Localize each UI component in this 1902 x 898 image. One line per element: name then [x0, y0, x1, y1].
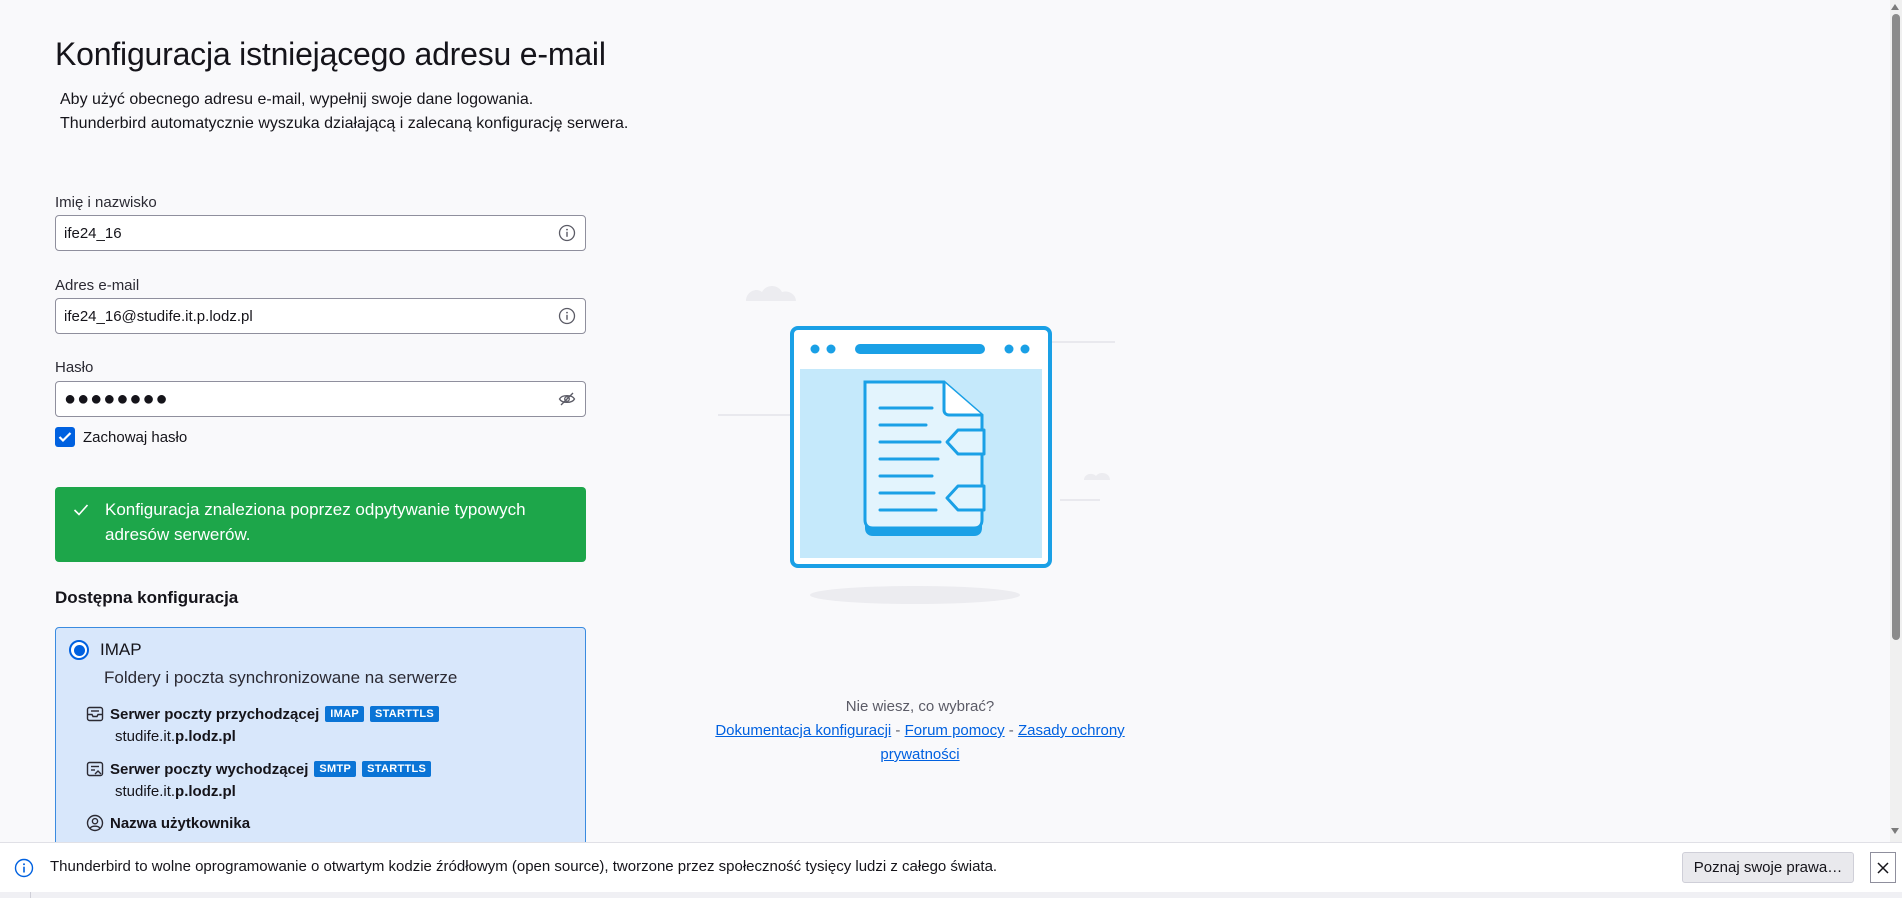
document-illustration — [700, 270, 1120, 615]
email-label: Adres e-mail — [55, 277, 140, 294]
close-icon[interactable] — [1870, 852, 1896, 883]
outgoing-server-host: studife.it.p.lodz.pl — [115, 783, 236, 800]
config-option-imap[interactable]: IMAP Foldery i poczta synchronizowane na… — [55, 627, 586, 847]
protocol-name: IMAP — [100, 640, 142, 659]
config-docs-link[interactable]: Dokumentacja konfiguracji — [715, 722, 891, 739]
available-config-title: Dostępna konfiguracja — [55, 588, 239, 607]
incoming-server-row: Serwer poczty przychodzącej IMAP STARTTL… — [86, 705, 439, 723]
password-label: Hasło — [55, 359, 94, 376]
outgoing-server-row: Serwer poczty wychodzącej SMTP STARTTLS — [86, 760, 432, 778]
outbox-icon — [86, 760, 104, 778]
scroll-up-arrow-icon[interactable] — [1891, 4, 1899, 10]
page-title: Konfiguracja istniejącego adresu e-mail — [55, 36, 606, 72]
scroll-down-arrow-icon[interactable] — [1891, 828, 1899, 834]
intro-line-1: Aby użyć obecnego adresu e-mail, wypełni… — [60, 91, 534, 108]
info-icon[interactable] — [557, 223, 577, 243]
outgoing-server-title: Serwer poczty wychodzącej — [110, 760, 309, 778]
info-icon[interactable] — [557, 306, 577, 326]
success-message: Konfiguracja znaleziona poprzez odpytywa… — [105, 500, 526, 544]
know-your-rights-button[interactable]: Poznaj swoje prawa… — [1682, 852, 1854, 883]
remember-password-row[interactable]: Zachowaj hasło — [55, 427, 187, 447]
incoming-security-badge: STARTTLS — [369, 706, 439, 722]
help-links: Dokumentacja konfiguracji - Forum pomocy… — [715, 722, 1125, 763]
password-value[interactable]: ●●●●●●●● — [64, 389, 557, 409]
eye-slash-icon[interactable] — [557, 389, 577, 409]
email-field[interactable]: ife24_16@studife.it.p.lodz.pl — [55, 298, 586, 334]
name-field[interactable]: ife24_16 — [55, 215, 586, 251]
support-forum-link[interactable]: Forum pomocy — [905, 722, 1005, 739]
help-question: Nie wiesz, co wybrać? — [845, 698, 995, 715]
incoming-server-title: Serwer poczty przychodzącej — [110, 705, 320, 723]
incoming-server-host: studife.it.p.lodz.pl — [115, 728, 236, 745]
help-section: Nie wiesz, co wybrać? Dokumentacja konfi… — [674, 695, 1166, 767]
success-notice: Konfiguracja znaleziona poprzez odpytywa… — [55, 487, 586, 562]
checkmark-icon — [73, 499, 89, 524]
username-row: Nazwa użytkownika — [86, 814, 250, 832]
imap-radio[interactable] — [69, 640, 89, 660]
name-value[interactable]: ife24_16 — [64, 225, 557, 242]
status-strip — [0, 892, 1902, 898]
remember-password-checkbox[interactable] — [55, 427, 75, 447]
outgoing-protocol-badge: SMTP — [314, 761, 357, 777]
password-field[interactable]: ●●●●●●●● — [55, 381, 586, 417]
scrollbar-thumb[interactable] — [1892, 14, 1900, 640]
incoming-protocol-badge: IMAP — [325, 706, 364, 722]
scrollbar[interactable] — [1890, 0, 1902, 842]
intro-line-2: Thunderbird automatycznie wyszuka działa… — [60, 115, 629, 132]
name-label: Imię i nazwisko — [55, 194, 157, 211]
outgoing-security-badge: STARTTLS — [362, 761, 432, 777]
notification-text: Thunderbird to wolne oprogramowanie o ot… — [50, 858, 998, 875]
intro-text: Aby użyć obecnego adresu e-mail, wypełni… — [60, 88, 628, 136]
info-icon — [14, 858, 34, 883]
email-value[interactable]: ife24_16@studife.it.p.lodz.pl — [64, 308, 557, 325]
protocol-description: Foldery i poczta synchronizowane na serw… — [104, 668, 458, 687]
user-icon — [86, 814, 104, 832]
username-title: Nazwa użytkownika — [110, 814, 251, 832]
remember-password-label[interactable]: Zachowaj hasło — [83, 429, 187, 446]
inbox-icon — [86, 705, 104, 723]
notification-bar: Thunderbird to wolne oprogramowanie o ot… — [0, 842, 1902, 892]
